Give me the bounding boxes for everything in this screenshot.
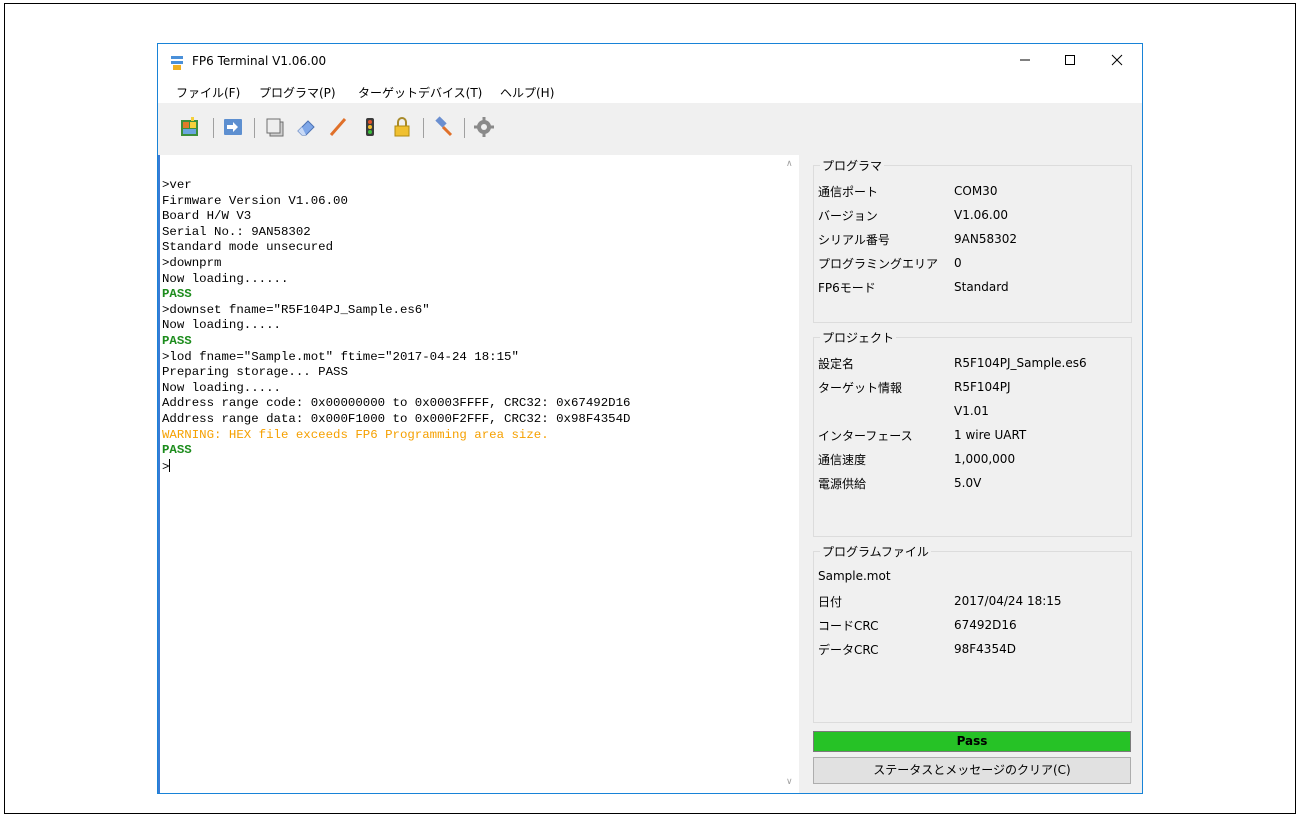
menu-bar: ファイル(F) プログラマ(P) ターゲットデバイス(T) ヘルプ(H) <box>158 79 1142 103</box>
hammer-icon[interactable] <box>432 115 456 139</box>
terminal-line: >ver <box>162 178 192 192</box>
terminal-line: >lod fname="Sample.mot" ftime="2017-04-2… <box>162 349 519 364</box>
gear-icon[interactable] <box>472 115 496 139</box>
signal-icon[interactable] <box>358 115 382 139</box>
window-title: FP6 Terminal V1.06.00 <box>192 54 327 68</box>
program-file-label-data-crc: データCRC <box>818 643 879 657</box>
minimize-button[interactable] <box>1002 44 1048 76</box>
project-value-speed: 1,000,000 <box>954 452 1016 466</box>
programmer-label-area: プログラミングエリア <box>818 257 939 271</box>
lock-icon[interactable] <box>390 115 414 139</box>
terminal-line: WARNING: HEX file exceeds FP6 Programmin… <box>162 427 549 442</box>
terminal-line: Serial No.: 9AN58302 <box>162 224 311 239</box>
program-file-label-date: 日付 <box>818 595 843 609</box>
maximize-icon <box>1065 55 1075 65</box>
app-window: FP6 Terminal V1.06.00 ファイル(F) プログラマ(P) タ… <box>157 43 1143 794</box>
terminal-output[interactable]: >ver Firmware Version V1.06.00 Board H/W V… <box>158 155 798 793</box>
terminal-line: >downprm <box>162 255 222 270</box>
status-indicator: Pass <box>813 731 1131 752</box>
programmer-group-title: プログラマ <box>820 157 885 174</box>
programmer-label-version: バージョン <box>818 209 878 223</box>
programmer-label-serial: シリアル番号 <box>818 233 890 247</box>
terminal-line: Address range code: 0x00000000 to 0x0003… <box>162 396 631 411</box>
scroll-up-icon[interactable]: ∧ <box>786 159 793 169</box>
programmer-value-mode: Standard <box>954 280 1009 294</box>
program-file-group-title: プログラムファイル <box>820 543 931 560</box>
project-setup-icon[interactable] <box>178 115 202 139</box>
clear-status-button[interactable]: ステータスとメッセージのクリア(C) <box>813 757 1131 784</box>
terminal-scrollbar[interactable]: ∧ ∨ <box>782 155 799 793</box>
maximize-button[interactable] <box>1047 44 1093 76</box>
terminal-line: Now loading..... <box>162 380 281 395</box>
programmer-group: プログラマ 通信ポート COM30 バージョン V1.06.00 シリアル番号 … <box>813 157 1132 323</box>
terminal-line: Address range data: 0x000F1000 to 0x000F… <box>162 411 631 426</box>
menu-help[interactable]: ヘルプ(H) <box>500 84 554 101</box>
programmer-label-port: 通信ポート <box>818 185 879 199</box>
terminal-lines: >ver Firmware Version V1.06.00 Board H/W V… <box>162 178 630 475</box>
terminal-line: Firmware Version V1.06.00 <box>162 193 348 208</box>
terminal-line: Standard mode unsecured <box>162 240 334 255</box>
terminal-line: PASS <box>162 333 192 348</box>
project-label-settings: 設定名 <box>818 357 855 371</box>
toolbar <box>158 103 1142 155</box>
text-cursor <box>169 458 171 472</box>
program-file-value-code-crc: 67492D16 <box>954 618 1017 632</box>
scroll-down-icon[interactable]: ∨ <box>786 777 793 787</box>
toolbar-separator <box>254 118 255 138</box>
project-label-target: ターゲット情報 <box>818 381 903 395</box>
close-icon <box>1111 54 1123 66</box>
terminal-line: PASS <box>162 443 192 458</box>
project-value-settings: R5F104PJ_Sample.es6 <box>954 356 1087 370</box>
toolbar-separator <box>464 118 465 138</box>
terminal-prompt-line[interactable]: > <box>162 458 630 476</box>
programmer-value-area: 0 <box>954 256 962 270</box>
project-value-power: 5.0V <box>954 476 982 490</box>
programmer-value-port: COM30 <box>954 184 998 198</box>
terminal-line: Now loading...... <box>162 271 289 286</box>
terminal-prompt: > <box>162 459 170 474</box>
project-label-speed: 通信速度 <box>818 453 867 467</box>
menu-file[interactable]: ファイル(F) <box>176 84 240 101</box>
project-value-target-version: V1.01 <box>954 404 989 418</box>
write-icon[interactable] <box>326 115 350 139</box>
menu-target-device[interactable]: ターゲットデバイス(T) <box>358 84 482 101</box>
terminal-line: Now loading..... <box>162 318 281 333</box>
toolbar-separator <box>423 118 424 138</box>
program-file-value-data-crc: 98F4354D <box>954 642 1016 656</box>
program-file-group: プログラムファイル Sample.mot 日付 2017/04/24 18:15… <box>813 543 1132 723</box>
project-label-interface: インターフェース <box>818 429 913 443</box>
terminal-line: PASS <box>162 287 192 302</box>
toolbar-separator <box>213 118 214 138</box>
project-label-power: 電源供給 <box>818 477 867 491</box>
title-bar[interactable]: FP6 Terminal V1.06.00 <box>158 44 1142 79</box>
project-value-target: R5F104PJ <box>954 380 1011 394</box>
project-group: プロジェクト 設定名 R5F104PJ_Sample.es6 ターゲット情報 R… <box>813 329 1132 537</box>
terminal-line: >downset fname="R5F104PJ_Sample.es6" <box>162 302 430 317</box>
minimize-icon <box>1020 59 1030 61</box>
project-value-interface: 1 wire UART <box>954 428 1027 442</box>
terminal-line: Board H/W V3 <box>162 209 252 224</box>
programmer-value-version: V1.06.00 <box>954 208 1009 222</box>
exchange-icon[interactable] <box>221 115 245 139</box>
app-icon <box>171 56 183 70</box>
close-button[interactable] <box>1094 44 1140 76</box>
program-file-value-date: 2017/04/24 18:15 <box>954 594 1062 608</box>
erase-icon[interactable] <box>294 115 318 139</box>
menu-programmer[interactable]: プログラマ(P) <box>259 84 336 101</box>
terminal-line: Preparing storage... PASS <box>162 365 348 380</box>
project-group-title: プロジェクト <box>820 329 897 346</box>
info-panel: プログラマ 通信ポート COM30 バージョン V1.06.00 シリアル番号 … <box>800 155 1142 793</box>
programmer-label-mode: FP6モード <box>818 281 876 295</box>
program-file-name: Sample.mot <box>818 569 891 583</box>
copy-icon[interactable] <box>263 115 287 139</box>
programmer-value-serial: 9AN58302 <box>954 232 1017 246</box>
program-file-label-code-crc: コードCRC <box>818 619 879 633</box>
